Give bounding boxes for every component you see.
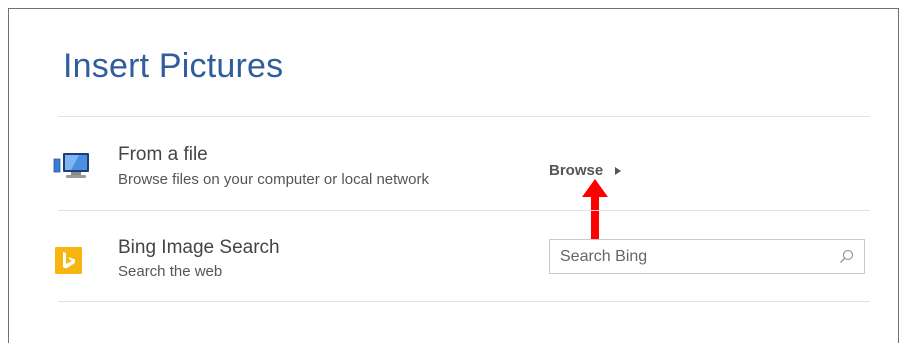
browse-link[interactable]: Browse [549, 162, 603, 179]
bing-search-title: Bing Image Search [118, 237, 280, 258]
red-arrow-up-icon [582, 179, 608, 239]
from-file-title: From a file [118, 144, 208, 165]
divider [58, 210, 870, 211]
search-bing-field[interactable] [549, 239, 865, 274]
computer-icon [53, 153, 89, 178]
from-file-subtitle: Browse files on your computer or local n… [118, 171, 429, 188]
search-bing-input[interactable] [550, 240, 830, 273]
divider [58, 116, 870, 117]
bing-search-subtitle: Search the web [118, 263, 223, 280]
bing-logo-icon [55, 247, 82, 274]
search-icon[interactable] [839, 249, 854, 264]
dialog-title: Insert Pictures [63, 47, 284, 85]
insert-pictures-dialog: Insert Pictures From a file Browse files… [8, 8, 899, 343]
triangle-right-icon[interactable] [615, 167, 621, 175]
divider [58, 301, 870, 302]
